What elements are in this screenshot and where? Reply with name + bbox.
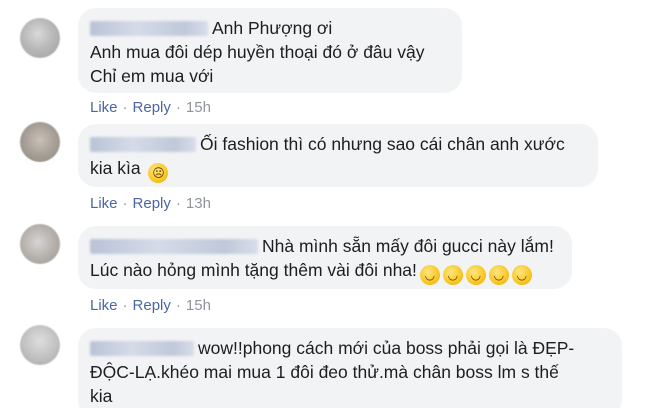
avatar[interactable] xyxy=(20,122,60,162)
comment-thread: Anh Phượng ơi Anh mua đôi dép huyền thoạ… xyxy=(0,0,660,408)
laughing-sweat-emoji: ◡ xyxy=(442,265,463,285)
commenter-name-blurred[interactable] xyxy=(90,341,194,356)
comment-text-line: kia xyxy=(90,386,113,406)
comment-text-line: Lúc nào hỏng mình tặng thêm vài đôi nha! xyxy=(90,260,417,280)
timestamp[interactable]: 13h xyxy=(186,195,211,212)
avatar[interactable] xyxy=(20,18,60,58)
like-link[interactable]: Like xyxy=(90,297,118,314)
separator-dot: · xyxy=(175,99,181,116)
comment-text-line: Nhà mình sẵn mấy đôi gucci này lắm! xyxy=(262,236,554,256)
avatar[interactable] xyxy=(20,325,60,365)
reply-link[interactable]: Reply xyxy=(133,99,171,116)
comment-actions: Like · Reply · 13h xyxy=(90,195,211,213)
reply-link[interactable]: Reply xyxy=(133,297,171,314)
comment-text-line: kia kìa xyxy=(90,158,141,178)
comment-text-line: ĐỘC-LẠ.khéo mai mua 1 đôi đeo thử.mà châ… xyxy=(90,362,559,382)
separator-dot: · xyxy=(122,195,128,212)
timestamp[interactable]: 15h xyxy=(186,99,211,116)
laughing-sweat-emoji: ◡ xyxy=(419,265,440,285)
commenter-name-blurred[interactable] xyxy=(90,239,258,254)
laughing-sweat-emoji: ◡ xyxy=(488,265,509,285)
reply-link[interactable]: Reply xyxy=(133,195,171,212)
comment-text-line: Anh Phượng ơi xyxy=(212,18,333,38)
comment-actions: Like · Reply · 15h xyxy=(90,99,211,117)
comment-text-line: Chỉ em mua với xyxy=(90,66,214,86)
separator-dot: · xyxy=(122,99,128,116)
comment-bubble: wow!!phong cách mới của boss phải gọi là… xyxy=(78,328,622,408)
avatar[interactable] xyxy=(20,224,60,264)
comment-text-line: wow!!phong cách mới của boss phải gọi là… xyxy=(198,338,575,358)
separator-dot: · xyxy=(175,297,181,314)
comment-text-line: Anh mua đôi dép huyền thoại đó ở đâu vậy xyxy=(90,42,425,62)
timestamp[interactable]: 15h xyxy=(186,297,211,314)
laughing-sweat-emoji: ◡ xyxy=(511,265,532,285)
commenter-name-blurred[interactable] xyxy=(90,21,208,36)
commenter-name-blurred[interactable] xyxy=(90,137,196,152)
like-link[interactable]: Like xyxy=(90,195,118,212)
separator-dot: · xyxy=(122,297,128,314)
separator-dot: · xyxy=(175,195,181,212)
comment-text-line: Ối fashion thì có nhưng sao cái chân anh… xyxy=(200,134,565,154)
like-link[interactable]: Like xyxy=(90,99,118,116)
laughing-sweat-emoji: ◡ xyxy=(465,265,486,285)
comment-bubble: Ối fashion thì có nhưng sao cái chân anh… xyxy=(78,124,598,187)
sad-sweat-face-emoji: ☹ xyxy=(148,163,169,183)
comment-bubble: Nhà mình sẵn mấy đôi gucci này lắm! Lúc … xyxy=(78,226,572,289)
comment-actions: Like · Reply · 15h xyxy=(90,297,211,315)
comment-bubble: Anh Phượng ơi Anh mua đôi dép huyền thoạ… xyxy=(78,8,462,93)
